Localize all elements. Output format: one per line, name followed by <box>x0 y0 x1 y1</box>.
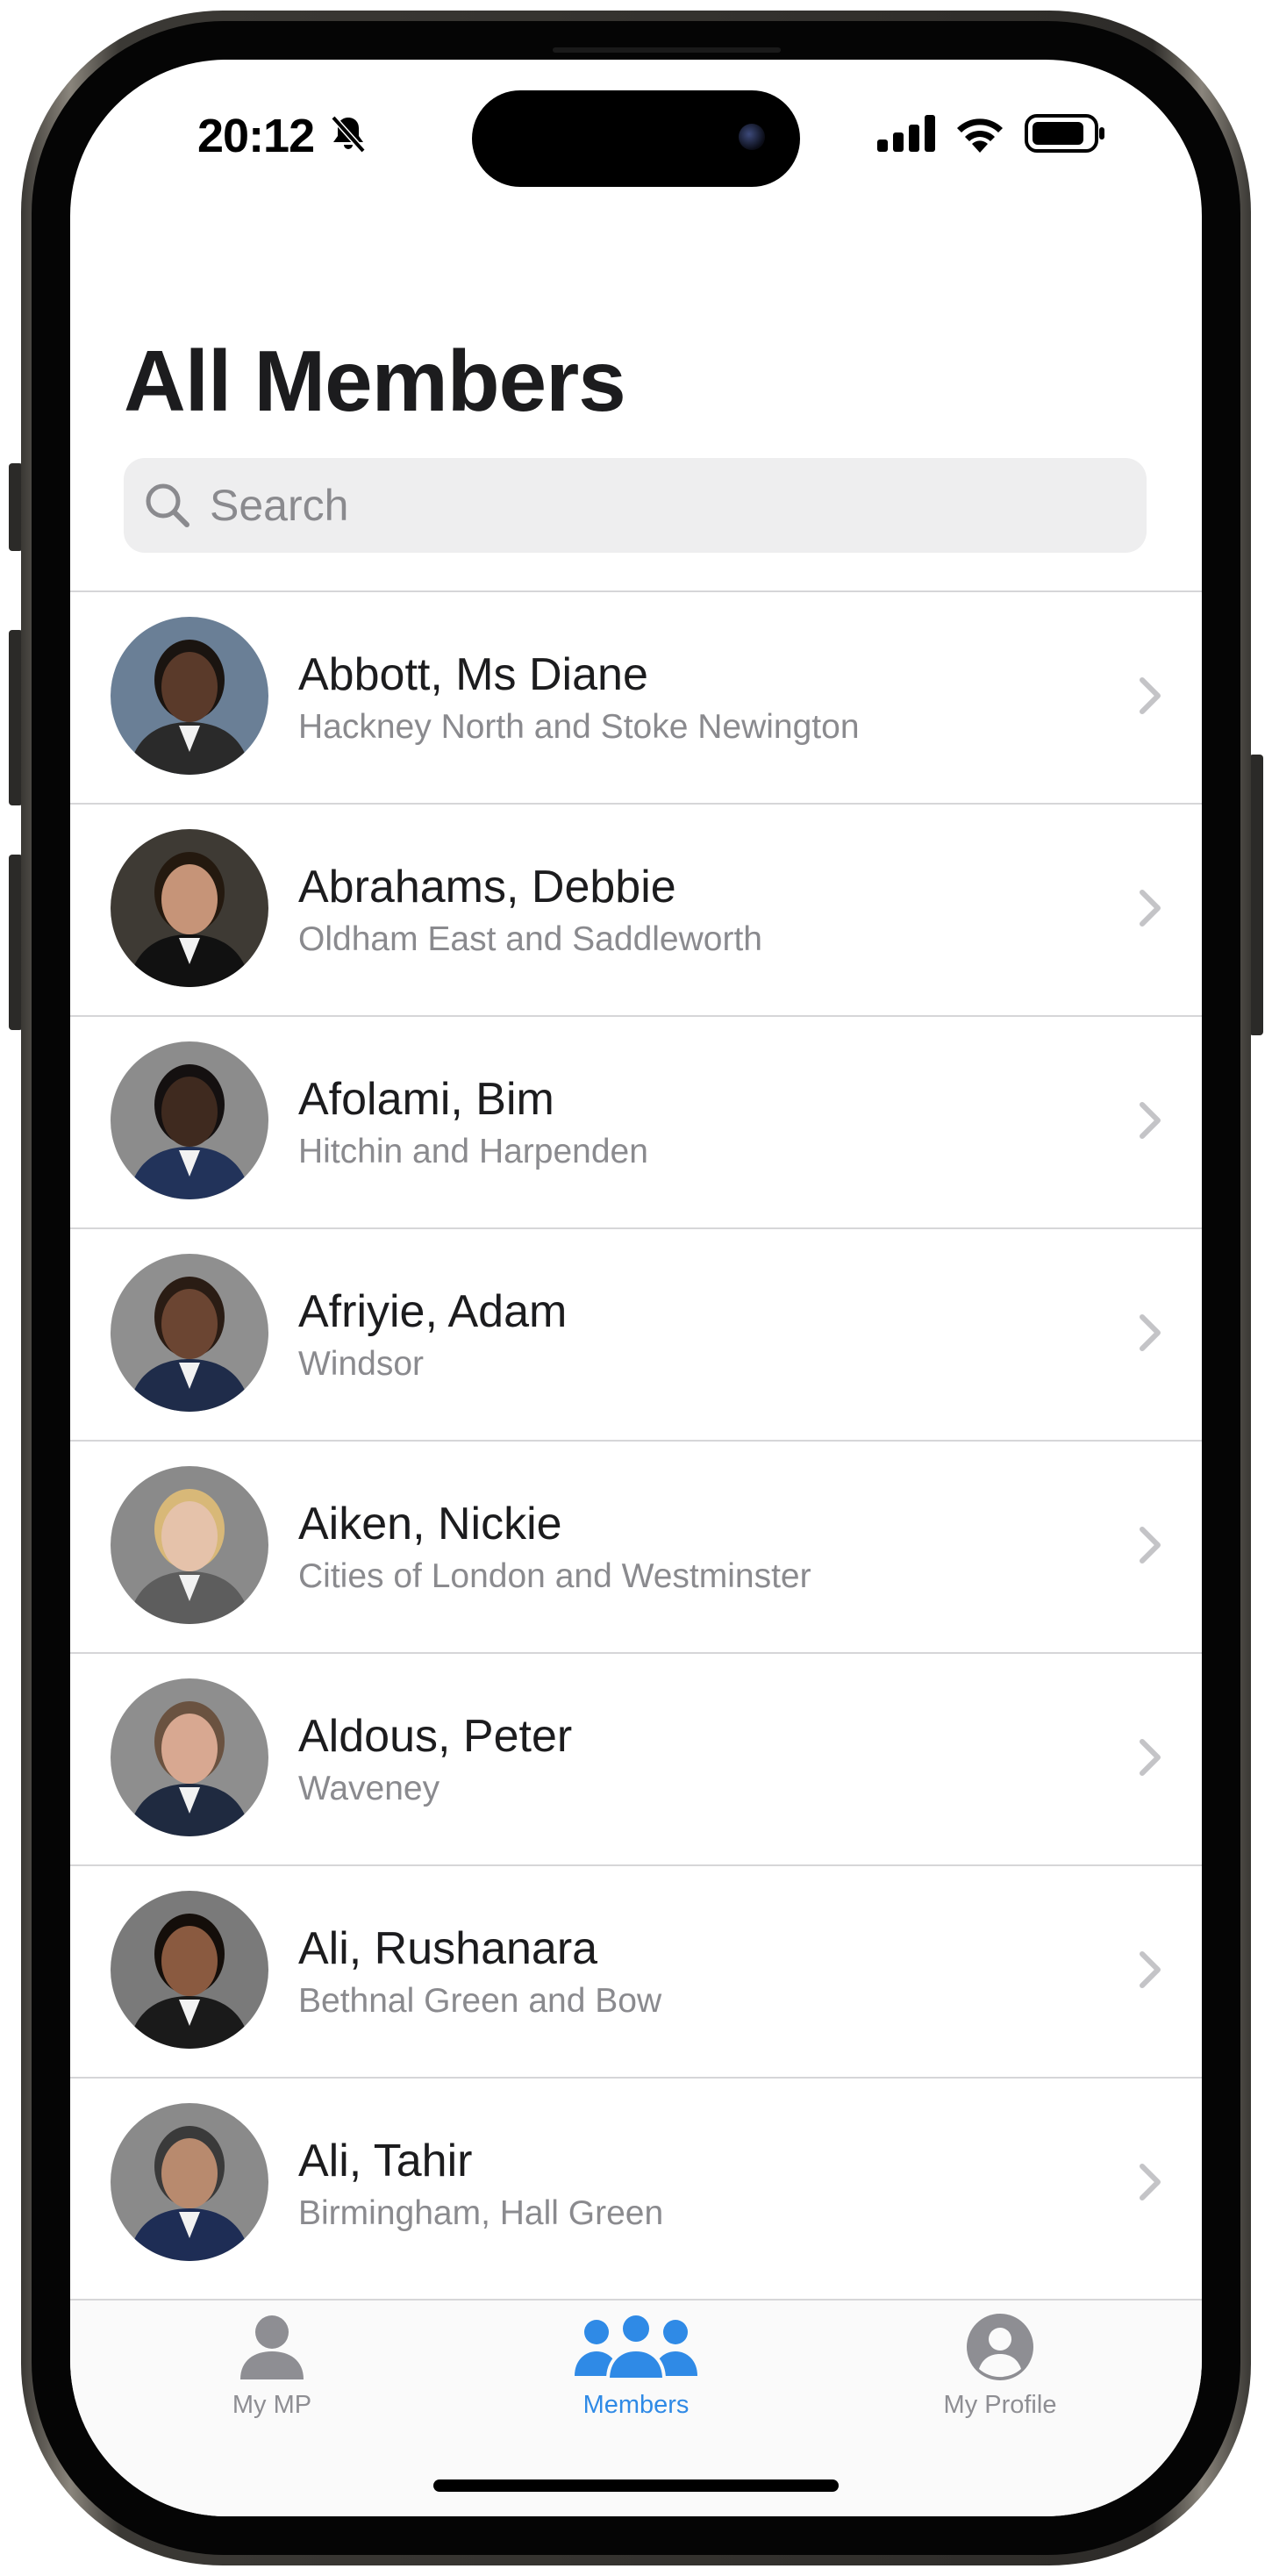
status-indicators <box>877 114 1105 153</box>
member-row[interactable]: Afriyie, Adam Windsor <box>70 1227 1202 1440</box>
people-icon <box>575 2312 697 2381</box>
profile-circle-icon <box>967 2314 1033 2380</box>
member-constituency: Waveney <box>298 1770 440 1807</box>
bell-slash-icon <box>331 115 366 154</box>
member-name: Ali, Rushanara <box>298 1923 598 1974</box>
member-row[interactable]: Abrahams, Debbie Oldham East and Saddlewo… <box>70 803 1202 1015</box>
chevron-right-icon <box>1140 1951 1161 1988</box>
person-icon <box>240 2315 304 2379</box>
member-name: Ali, Tahir <box>298 2136 473 2186</box>
member-row[interactable]: Aldous, Peter Waveney <box>70 1652 1202 1864</box>
member-constituency: Oldham East and Saddleworth <box>298 920 762 958</box>
chevron-right-icon <box>1140 1739 1161 1776</box>
tab-members[interactable]: Members <box>522 2312 750 2420</box>
member-constituency: Birmingham, Hall Green <box>298 2194 664 2232</box>
tab-my-mp[interactable]: My MP <box>158 2313 386 2420</box>
member-name: Abrahams, Debbie <box>298 862 676 912</box>
member-constituency: Hitchin and Harpenden <box>298 1133 648 1170</box>
front-camera <box>739 124 765 150</box>
member-photo <box>111 829 268 987</box>
member-constituency: Windsor <box>298 1345 425 1383</box>
chevron-right-icon <box>1140 1527 1161 1563</box>
member-photo <box>111 1678 268 1836</box>
member-row[interactable]: Abbott, Ms Diane Hackney North and Stoke … <box>70 590 1202 803</box>
chevron-right-icon <box>1140 890 1161 927</box>
member-name: Abbott, Ms Diane <box>298 649 648 700</box>
member-constituency: Bethnal Green and Bow <box>298 1982 662 2020</box>
dynamic-island <box>472 90 800 187</box>
chevron-right-icon <box>1140 677 1161 714</box>
member-row[interactable]: Ali, Rushanara Bethnal Green and Bow <box>70 1864 1202 2077</box>
member-name: Aldous, Peter <box>298 1711 573 1762</box>
member-photo <box>111 617 268 775</box>
app-screen: 20:12 All Members Search Abbott, Ms Dian… <box>70 60 1202 2516</box>
chevron-right-icon <box>1140 2164 1161 2200</box>
member-row[interactable]: Ali, Tahir Birmingham, Hall Green <box>70 2077 1202 2289</box>
tab-label: My MP <box>232 2391 312 2419</box>
member-constituency: Hackney North and Stoke Newington <box>298 708 860 746</box>
member-row[interactable]: Afolami, Bim Hitchin and Harpenden <box>70 1015 1202 1227</box>
cellular-signal-icon <box>877 115 935 152</box>
tab-my-profile[interactable]: My Profile <box>886 2313 1114 2420</box>
members-list: Abbott, Ms Diane Hackney North and Stoke … <box>70 590 1202 2289</box>
member-name: Aiken, Nickie <box>298 1499 562 1549</box>
member-photo <box>111 2103 268 2261</box>
wifi-icon <box>957 118 1003 153</box>
member-photo <box>111 1254 268 1412</box>
search-icon <box>146 483 189 527</box>
member-name: Afolami, Bim <box>298 1074 554 1125</box>
battery-icon <box>1025 114 1104 153</box>
chevron-right-icon <box>1140 1314 1161 1351</box>
search-bar[interactable] <box>124 458 1147 553</box>
tab-label: My Profile <box>943 2391 1057 2419</box>
member-name: Afriyie, Adam <box>298 1286 568 1337</box>
earpiece-speaker <box>553 47 781 53</box>
member-constituency: Cities of London and Westminster <box>298 1557 811 1595</box>
status-time: 20:12 <box>197 110 315 162</box>
member-row[interactable]: Aiken, Nickie Cities of London and Westmi… <box>70 1440 1202 1652</box>
power-button <box>1249 755 1263 1035</box>
member-photo <box>111 1041 268 1199</box>
page-title: All Members <box>124 333 626 429</box>
search-input[interactable] <box>208 479 1001 532</box>
member-photo <box>111 1891 268 2049</box>
tab-label: Members <box>582 2391 690 2419</box>
chevron-right-icon <box>1140 1102 1161 1139</box>
home-indicator <box>433 2479 839 2492</box>
member-photo <box>111 1466 268 1624</box>
